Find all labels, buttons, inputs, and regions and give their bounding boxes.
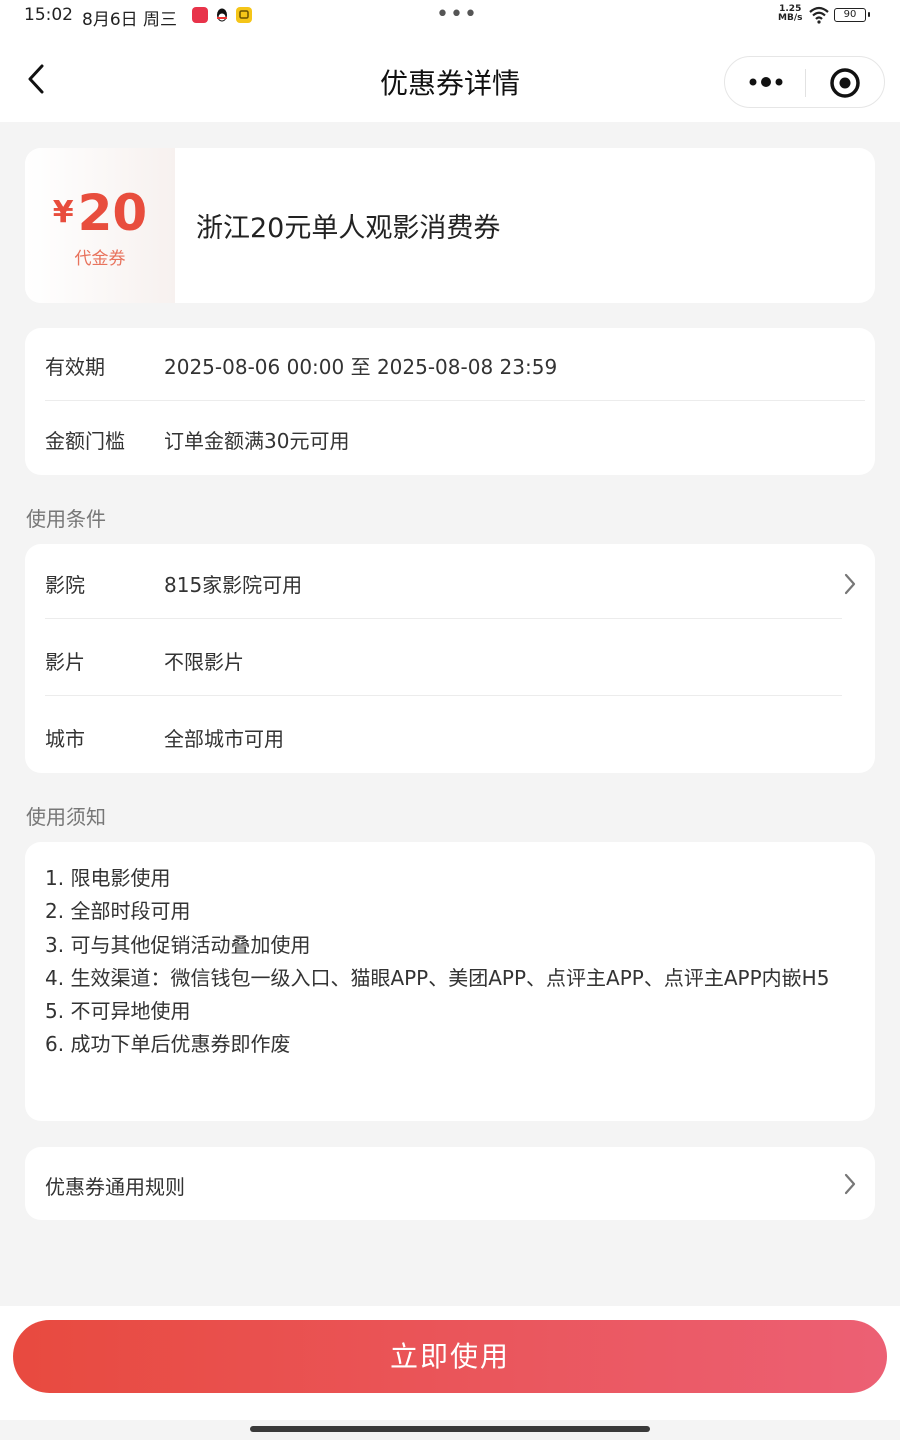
cinema-row[interactable]: 影院 815家影院可用: [25, 544, 875, 619]
coupon-value-panel: ¥20 代金券: [25, 148, 175, 303]
validity-label: 有效期: [45, 355, 105, 379]
chat-app-icon: [236, 7, 252, 23]
note-item: 1. 限电影使用: [45, 866, 171, 890]
close-miniprogram-button[interactable]: [829, 67, 861, 99]
battery-indicator: 90: [834, 8, 870, 22]
notes-card: 1. 限电影使用 2. 全部时段可用 3. 可与其他促销活动叠加使用 4. 生效…: [25, 842, 875, 1121]
note-item: 6. 成功下单后优惠券即作废: [45, 1032, 291, 1057]
nav-bar: 优惠券详情: [0, 32, 900, 122]
coupon-type: 代金券: [74, 249, 126, 269]
notification-icons: [192, 7, 252, 23]
film-label: 影片: [45, 650, 85, 674]
note-item: 4. 生效渠道：微信钱包一级入口、猫眼APP、美团APP、点评主APP、点评主A…: [45, 965, 830, 990]
conditions-card: 影院 815家影院可用 影片 不限影片 城市 全部城市可用: [25, 544, 875, 773]
capsule-divider: [805, 69, 806, 97]
threshold-label: 金额门槛: [45, 429, 125, 453]
currency-symbol: ¥: [52, 195, 74, 230]
coupon-name: 浙江20元单人观影消费券: [196, 213, 501, 244]
coupon-rules-label: 优惠券通用规则: [45, 1175, 185, 1199]
home-indicator: [250, 1426, 650, 1432]
row-divider: [45, 695, 842, 696]
film-value: 不限影片: [164, 650, 244, 674]
coupon-rules-link[interactable]: 优惠券通用规则: [25, 1147, 875, 1220]
cinema-value: 815家影院可用: [164, 573, 303, 597]
city-value: 全部城市可用: [164, 727, 284, 751]
note-item: 2. 全部时段可用: [45, 899, 191, 924]
more-dots-icon: •••: [436, 2, 478, 27]
coupon-amount: ¥20: [25, 184, 175, 242]
conditions-title: 使用条件: [26, 507, 106, 531]
network-speed: 1.25 MB/s: [778, 4, 803, 23]
notes-title: 使用须知: [26, 805, 106, 829]
row-divider: [45, 400, 865, 401]
notes-list: 1. 限电影使用 2. 全部时段可用 3. 可与其他促销活动叠加使用 4. 生效…: [45, 862, 867, 1062]
note-item: 5. 不可异地使用: [45, 999, 191, 1024]
chevron-right-icon: [844, 1173, 856, 1195]
qq-icon: [214, 7, 230, 23]
wifi-icon: [808, 6, 830, 29]
threshold-value: 订单金额满30元可用: [164, 429, 350, 453]
coupon-info-card: 有效期 2025-08-06 00:00 至 2025-08-08 23:59 …: [25, 328, 875, 475]
coupon-amount-value: 20: [77, 184, 148, 242]
more-icon: [749, 77, 783, 87]
target-icon: [830, 68, 860, 98]
chevron-right-icon: [844, 573, 856, 595]
validity-value: 2025-08-06 00:00 至 2025-08-08 23:59: [164, 355, 558, 379]
row-divider: [45, 618, 842, 619]
status-bar: 15:02 8月6日 周三 ••• 1.25 MB/s 90: [0, 0, 900, 32]
status-date: 8月6日 周三: [82, 10, 178, 30]
app-notification-icon: [192, 7, 208, 23]
miniprogram-capsule: [724, 56, 885, 108]
more-menu-button[interactable]: [747, 69, 785, 95]
cinema-label: 影院: [45, 573, 85, 597]
city-label: 城市: [45, 727, 85, 751]
use-now-button[interactable]: 立即使用: [13, 1320, 887, 1393]
coupon-card: ¥20 代金券 浙江20元单人观影消费券: [25, 148, 875, 303]
status-time: 15:02: [24, 5, 73, 25]
note-item: 3. 可与其他促销活动叠加使用: [45, 932, 311, 957]
